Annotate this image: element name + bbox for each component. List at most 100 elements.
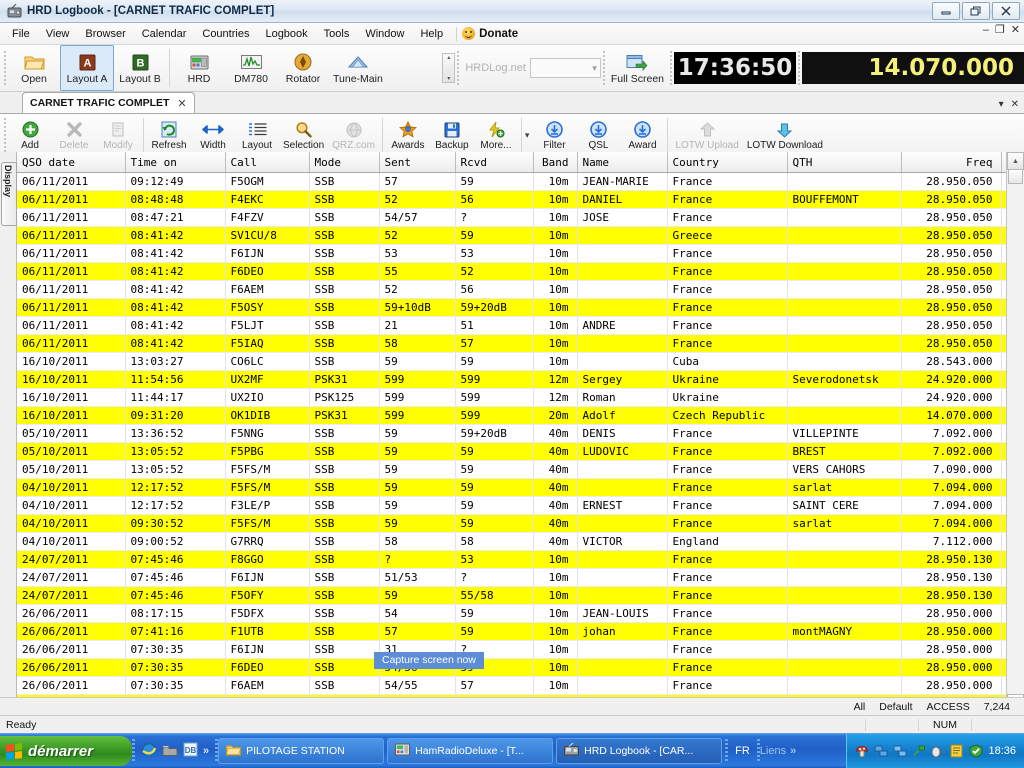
add-button[interactable]: Add — [8, 114, 52, 156]
table-row[interactable]: 16/10/2011 11:44:17 UX2IO PSK125 599 599 12m Ro… — [17, 388, 1006, 407]
table-row[interactable]: 26/06/2011 08:17:15 F5DFX SSB 54 59 10m JEAN-LO… — [17, 604, 1006, 623]
network2-icon[interactable] — [893, 744, 907, 758]
menu-item-browser[interactable]: Browser — [77, 25, 133, 43]
chevron-right-icon[interactable]: » — [203, 745, 209, 757]
column-header-freq[interactable]: Freq — [901, 152, 1002, 173]
selection-button[interactable]: Selection — [279, 114, 328, 156]
display-side-tab[interactable]: Display — [1, 162, 17, 226]
dm780-button[interactable]: DM780 — [225, 45, 277, 91]
note-icon[interactable] — [950, 744, 964, 758]
shield-icon[interactable] — [969, 744, 983, 758]
table-row[interactable]: 26/06/2011 07:30:35 F6IJN SSB 31? 10m France 28… — [17, 640, 1006, 659]
table-row[interactable]: 06/11/2011 08:47:21 F4FZV SSB 54/57? 10m JOSE F… — [17, 208, 1006, 227]
table-row[interactable]: 04/10/2011 12:17:52 F5FS/M SSB 59 59 40m France… — [17, 478, 1006, 497]
table-row[interactable]: 04/10/2011 09:30:52 F5FS/M SSB 59 59 40m France… — [17, 514, 1006, 533]
taskbar-item-pilotage-station[interactable]: PILOTAGE STATION — [218, 738, 385, 764]
desktop-icon[interactable] — [162, 743, 178, 760]
column-header-band[interactable]: Band — [533, 152, 578, 173]
mushroom-icon[interactable] — [855, 744, 869, 758]
taskbar-item-hrd-logbook[interactable]: HRD Logbook - [CAR... — [556, 738, 723, 764]
taskbar-item-hamradiodeluxe[interactable]: HamRadioDeluxe - [T... — [387, 738, 554, 764]
menu-item-help[interactable]: Help — [412, 25, 451, 43]
table-row[interactable]: 26/06/2011 07:41:16 F1UTB SSB 57 59 10m johan Fr… — [17, 622, 1006, 641]
column-header-rcvd[interactable]: Rcvd — [455, 152, 534, 173]
table-row[interactable]: 06/11/2011 08:41:42 F6AEM SSB 52 56 10m France 2… — [17, 280, 1006, 299]
table-row[interactable]: 16/10/2011 13:03:27 CO6LC SSB 59 59 10m Cuba 28.… — [17, 352, 1006, 371]
taskbar-clock[interactable]: 18:36 — [988, 745, 1016, 757]
ie-icon[interactable] — [141, 742, 157, 761]
restore-button[interactable] — [962, 2, 990, 20]
table-row[interactable]: 06/11/2011 08:41:42 F6IJN SSB 53 53 10m France 2… — [17, 244, 1006, 263]
column-header-mode[interactable]: Mode — [309, 152, 380, 173]
mouse-icon[interactable] — [931, 744, 946, 758]
usb-icon[interactable] — [912, 744, 926, 758]
column-header-qth[interactable]: QTH — [787, 152, 902, 173]
column-header-time[interactable]: Time on — [125, 152, 226, 173]
menu-item-tools[interactable]: Tools — [316, 25, 358, 43]
layout-b-button[interactable]: B Layout B — [114, 45, 166, 91]
column-header-country[interactable]: Country — [667, 152, 788, 173]
db-icon[interactable]: DB — [183, 742, 198, 760]
table-row[interactable]: 06/11/2011 08:41:42 F5OSY SSB 59+10dB 59+20dB… — [17, 298, 1006, 317]
tune-main-button[interactable]: Tune-Main — [329, 45, 387, 91]
links-toolbar-label[interactable]: Liens — [760, 745, 786, 757]
hrdlog-combo[interactable]: ▾ — [529, 58, 601, 78]
table-row[interactable]: 06/11/2011 09:12:49 F5OGM SSB 57 59 10m JEAN-MA… — [17, 172, 1006, 191]
menu-item-calendar[interactable]: Calendar — [134, 25, 195, 43]
language-indicator[interactable]: FR — [728, 745, 757, 757]
subtoolbar-overflow-icon[interactable]: ▾ — [525, 130, 533, 141]
scrollbar-thumb[interactable] — [1008, 169, 1023, 184]
table-row[interactable]: 16/10/2011 09:31:20 OK1DIB PSK31 599 599 20m Ad… — [17, 406, 1006, 425]
tab-carnet-trafic-complet[interactable]: CARNET TRAFIC COMPLET ✕ — [22, 92, 195, 113]
hrd-button[interactable]: HRD — [173, 45, 225, 91]
links-chevron-icon[interactable]: » — [786, 745, 796, 757]
tab-close-icon[interactable]: ✕ — [177, 97, 186, 110]
refresh-button[interactable]: Refresh — [147, 114, 191, 156]
menu-item-view[interactable]: View — [38, 25, 78, 43]
filter-button[interactable]: Filter — [532, 114, 576, 156]
table-row[interactable]: 06/11/2011 08:41:42 SV1CU/8 SSB 52 59 10m Greec… — [17, 226, 1006, 245]
chevron-down-icon[interactable]: ▾ — [999, 99, 1004, 110]
column-header-date[interactable]: QSO date — [17, 152, 126, 173]
table-row[interactable]: 06/11/2011 08:48:48 F4EKC SSB 52 56 10m DANIEL F… — [17, 190, 1006, 209]
menu-item-countries[interactable]: Countries — [194, 25, 257, 43]
width-button[interactable]: Width — [191, 114, 235, 156]
more-button[interactable]: More... — [474, 114, 518, 156]
menu-item-window[interactable]: Window — [357, 25, 412, 43]
close-icon[interactable]: ✕ — [1011, 99, 1019, 110]
backup-button[interactable]: Backup — [430, 114, 474, 156]
close-button[interactable] — [992, 2, 1020, 20]
award-button[interactable]: Award — [620, 114, 664, 156]
lotw-download-button[interactable]: LOTW Download — [743, 114, 827, 156]
awards-button[interactable]: Awards — [386, 114, 430, 156]
table-row[interactable]: 26/06/201107:30:35F6DEOSSB54/565910mFran… — [17, 658, 1006, 677]
mdi-minimize-button[interactable]: – — [983, 25, 989, 36]
table-row[interactable]: 05/10/2011 13:36:52 F5NNG SSB 59 59+20dB 40m DE… — [17, 424, 1006, 443]
table-row[interactable]: 24/07/2011 07:45:46 F8GGO SSB? 53 10m France 28… — [17, 550, 1006, 569]
vertical-scrollbar[interactable]: ▲ ▼ — [1006, 152, 1024, 712]
column-header-sent[interactable]: Sent — [379, 152, 456, 173]
network-icon[interactable] — [874, 744, 888, 758]
minimize-button[interactable] — [932, 2, 960, 20]
qsl-button[interactable]: QSL — [576, 114, 620, 156]
table-row[interactable]: 24/07/2011 07:45:46 F6IJN SSB 51/53? 10m Franc… — [17, 568, 1006, 587]
open-button[interactable]: Open — [8, 45, 60, 91]
layout-button[interactable]: Layout — [235, 114, 279, 156]
table-row[interactable]: 26/06/2011 07:30:35 F6AEM SSB 54/55 57 10m Fran… — [17, 676, 1006, 695]
table-row[interactable]: 16/10/2011 11:54:56 UX2MF PSK31 599 599 12m Ser… — [17, 370, 1006, 389]
table-row[interactable]: 24/07/2011 07:45:46 F5OFY SSB 59 55/58 10m Fran… — [17, 586, 1006, 605]
rotator-button[interactable]: Rotator — [277, 45, 329, 91]
scroll-up-arrow[interactable]: ▲ — [1007, 152, 1024, 170]
column-header-call[interactable]: Call — [225, 152, 310, 173]
fullscreen-button[interactable]: Full Screen — [607, 45, 668, 91]
table-row[interactable]: 06/11/2011 08:41:42 F6DEO SSB 55 52 10m France 2… — [17, 262, 1006, 281]
mdi-restore-button[interactable]: ❐ — [995, 25, 1005, 36]
start-button[interactable]: démarrer — [0, 736, 132, 766]
table-row[interactable]: 06/11/2011 08:41:42 F5IAQ SSB 58 57 10m France 2… — [17, 334, 1006, 353]
mdi-close-button[interactable]: ✕ — [1011, 25, 1020, 36]
table-row[interactable]: 05/10/2011 13:05:52 F5PBG SSB 59 59 40m LUDOVIC… — [17, 442, 1006, 461]
column-header-name[interactable]: Name — [577, 152, 668, 173]
table-row[interactable]: 04/10/2011 09:00:52 G7RRQ SSB 58 58 40m VICTOR E… — [17, 532, 1006, 551]
menu-item-logbook[interactable]: Logbook — [257, 25, 315, 43]
donate-button[interactable]: Donate — [462, 27, 518, 40]
